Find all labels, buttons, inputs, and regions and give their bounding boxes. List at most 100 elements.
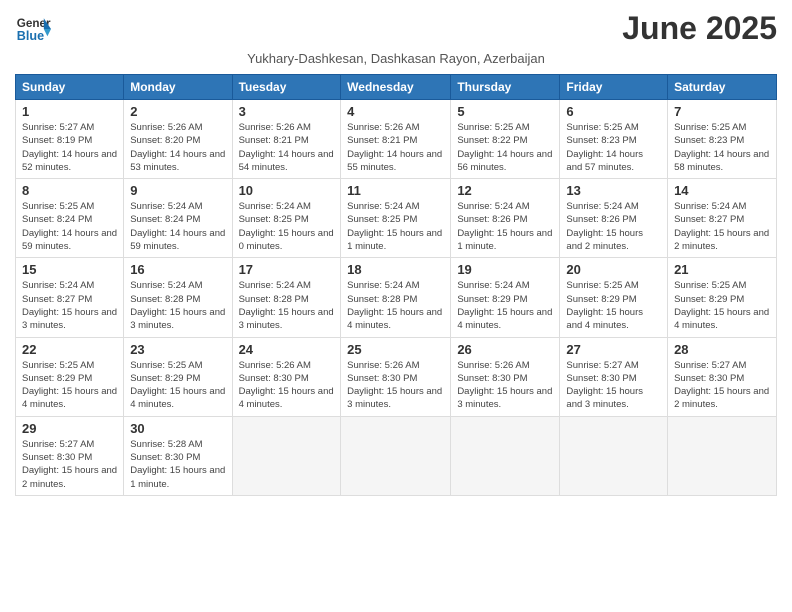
day-number: 22 (22, 342, 117, 357)
calendar-cell: 29 Sunrise: 5:27 AM Sunset: 8:30 PM Dayl… (16, 416, 124, 495)
calendar-cell: 7 Sunrise: 5:25 AM Sunset: 8:23 PM Dayli… (668, 100, 777, 179)
day-info: Sunrise: 5:25 AM Sunset: 8:29 PM Dayligh… (566, 279, 661, 332)
day-info: Sunrise: 5:24 AM Sunset: 8:25 PM Dayligh… (347, 200, 444, 253)
logo-icon: General Blue (15, 11, 51, 47)
calendar-cell: 1 Sunrise: 5:27 AM Sunset: 8:19 PM Dayli… (16, 100, 124, 179)
day-info: Sunrise: 5:28 AM Sunset: 8:30 PM Dayligh… (130, 438, 225, 491)
day-info: Sunrise: 5:24 AM Sunset: 8:28 PM Dayligh… (130, 279, 225, 332)
day-info: Sunrise: 5:27 AM Sunset: 8:19 PM Dayligh… (22, 121, 117, 174)
day-number: 10 (239, 183, 335, 198)
calendar-cell: 10 Sunrise: 5:24 AM Sunset: 8:25 PM Dayl… (232, 179, 341, 258)
weekday-header-sunday: Sunday (16, 75, 124, 100)
calendar-cell: 13 Sunrise: 5:24 AM Sunset: 8:26 PM Dayl… (560, 179, 668, 258)
day-info: Sunrise: 5:27 AM Sunset: 8:30 PM Dayligh… (674, 359, 770, 412)
calendar-cell: 19 Sunrise: 5:24 AM Sunset: 8:29 PM Dayl… (451, 258, 560, 337)
day-number: 28 (674, 342, 770, 357)
calendar-cell (451, 416, 560, 495)
calendar-cell: 11 Sunrise: 5:24 AM Sunset: 8:25 PM Dayl… (341, 179, 451, 258)
calendar-cell: 9 Sunrise: 5:24 AM Sunset: 8:24 PM Dayli… (124, 179, 232, 258)
calendar-cell: 4 Sunrise: 5:26 AM Sunset: 8:21 PM Dayli… (341, 100, 451, 179)
day-number: 12 (457, 183, 553, 198)
header: General Blue June 2025 (15, 10, 777, 47)
calendar-cell: 15 Sunrise: 5:24 AM Sunset: 8:27 PM Dayl… (16, 258, 124, 337)
calendar-cell: 25 Sunrise: 5:26 AM Sunset: 8:30 PM Dayl… (341, 337, 451, 416)
weekday-header-wednesday: Wednesday (341, 75, 451, 100)
calendar-cell (341, 416, 451, 495)
calendar-cell: 18 Sunrise: 5:24 AM Sunset: 8:28 PM Dayl… (341, 258, 451, 337)
day-number: 30 (130, 421, 225, 436)
day-info: Sunrise: 5:25 AM Sunset: 8:23 PM Dayligh… (566, 121, 661, 174)
day-number: 1 (22, 104, 117, 119)
calendar-cell: 21 Sunrise: 5:25 AM Sunset: 8:29 PM Dayl… (668, 258, 777, 337)
day-number: 7 (674, 104, 770, 119)
day-info: Sunrise: 5:27 AM Sunset: 8:30 PM Dayligh… (566, 359, 661, 412)
svg-text:Blue: Blue (17, 28, 44, 42)
day-info: Sunrise: 5:24 AM Sunset: 8:28 PM Dayligh… (239, 279, 335, 332)
calendar-cell: 6 Sunrise: 5:25 AM Sunset: 8:23 PM Dayli… (560, 100, 668, 179)
calendar-cell: 14 Sunrise: 5:24 AM Sunset: 8:27 PM Dayl… (668, 179, 777, 258)
calendar-cell: 22 Sunrise: 5:25 AM Sunset: 8:29 PM Dayl… (16, 337, 124, 416)
day-number: 17 (239, 262, 335, 277)
day-number: 5 (457, 104, 553, 119)
calendar-cell: 20 Sunrise: 5:25 AM Sunset: 8:29 PM Dayl… (560, 258, 668, 337)
day-number: 24 (239, 342, 335, 357)
calendar-cell: 16 Sunrise: 5:24 AM Sunset: 8:28 PM Dayl… (124, 258, 232, 337)
day-number: 19 (457, 262, 553, 277)
day-number: 3 (239, 104, 335, 119)
calendar-cell: 23 Sunrise: 5:25 AM Sunset: 8:29 PM Dayl… (124, 337, 232, 416)
day-number: 13 (566, 183, 661, 198)
day-number: 27 (566, 342, 661, 357)
day-info: Sunrise: 5:25 AM Sunset: 8:22 PM Dayligh… (457, 121, 553, 174)
calendar-cell: 26 Sunrise: 5:26 AM Sunset: 8:30 PM Dayl… (451, 337, 560, 416)
weekday-header-monday: Monday (124, 75, 232, 100)
day-number: 11 (347, 183, 444, 198)
day-number: 20 (566, 262, 661, 277)
day-number: 8 (22, 183, 117, 198)
day-number: 14 (674, 183, 770, 198)
calendar-cell: 30 Sunrise: 5:28 AM Sunset: 8:30 PM Dayl… (124, 416, 232, 495)
day-number: 29 (22, 421, 117, 436)
day-info: Sunrise: 5:25 AM Sunset: 8:29 PM Dayligh… (130, 359, 225, 412)
day-info: Sunrise: 5:25 AM Sunset: 8:23 PM Dayligh… (674, 121, 770, 174)
day-number: 6 (566, 104, 661, 119)
day-number: 15 (22, 262, 117, 277)
day-info: Sunrise: 5:27 AM Sunset: 8:30 PM Dayligh… (22, 438, 117, 491)
day-info: Sunrise: 5:26 AM Sunset: 8:20 PM Dayligh… (130, 121, 225, 174)
subtitle: Yukhary-Dashkesan, Dashkasan Rayon, Azer… (15, 51, 777, 66)
calendar-table: SundayMondayTuesdayWednesdayThursdayFrid… (15, 74, 777, 496)
day-info: Sunrise: 5:24 AM Sunset: 8:28 PM Dayligh… (347, 279, 444, 332)
day-info: Sunrise: 5:24 AM Sunset: 8:26 PM Dayligh… (566, 200, 661, 253)
day-info: Sunrise: 5:24 AM Sunset: 8:27 PM Dayligh… (674, 200, 770, 253)
day-info: Sunrise: 5:26 AM Sunset: 8:30 PM Dayligh… (347, 359, 444, 412)
day-info: Sunrise: 5:26 AM Sunset: 8:21 PM Dayligh… (239, 121, 335, 174)
weekday-header-thursday: Thursday (451, 75, 560, 100)
day-number: 23 (130, 342, 225, 357)
calendar-cell: 3 Sunrise: 5:26 AM Sunset: 8:21 PM Dayli… (232, 100, 341, 179)
day-number: 26 (457, 342, 553, 357)
calendar-cell (560, 416, 668, 495)
calendar-cell: 28 Sunrise: 5:27 AM Sunset: 8:30 PM Dayl… (668, 337, 777, 416)
calendar-cell: 27 Sunrise: 5:27 AM Sunset: 8:30 PM Dayl… (560, 337, 668, 416)
day-info: Sunrise: 5:26 AM Sunset: 8:30 PM Dayligh… (457, 359, 553, 412)
calendar-cell: 8 Sunrise: 5:25 AM Sunset: 8:24 PM Dayli… (16, 179, 124, 258)
day-info: Sunrise: 5:24 AM Sunset: 8:29 PM Dayligh… (457, 279, 553, 332)
day-info: Sunrise: 5:24 AM Sunset: 8:24 PM Dayligh… (130, 200, 225, 253)
calendar-cell: 2 Sunrise: 5:26 AM Sunset: 8:20 PM Dayli… (124, 100, 232, 179)
day-info: Sunrise: 5:25 AM Sunset: 8:29 PM Dayligh… (674, 279, 770, 332)
day-number: 16 (130, 262, 225, 277)
weekday-header-saturday: Saturday (668, 75, 777, 100)
day-info: Sunrise: 5:24 AM Sunset: 8:27 PM Dayligh… (22, 279, 117, 332)
calendar-cell: 24 Sunrise: 5:26 AM Sunset: 8:30 PM Dayl… (232, 337, 341, 416)
day-info: Sunrise: 5:24 AM Sunset: 8:25 PM Dayligh… (239, 200, 335, 253)
day-number: 4 (347, 104, 444, 119)
weekday-header-tuesday: Tuesday (232, 75, 341, 100)
calendar-cell: 12 Sunrise: 5:24 AM Sunset: 8:26 PM Dayl… (451, 179, 560, 258)
logo: General Blue (15, 11, 51, 47)
day-number: 2 (130, 104, 225, 119)
calendar-cell (668, 416, 777, 495)
calendar-cell (232, 416, 341, 495)
calendar-cell: 17 Sunrise: 5:24 AM Sunset: 8:28 PM Dayl… (232, 258, 341, 337)
day-info: Sunrise: 5:26 AM Sunset: 8:21 PM Dayligh… (347, 121, 444, 174)
calendar-cell: 5 Sunrise: 5:25 AM Sunset: 8:22 PM Dayli… (451, 100, 560, 179)
day-info: Sunrise: 5:25 AM Sunset: 8:24 PM Dayligh… (22, 200, 117, 253)
